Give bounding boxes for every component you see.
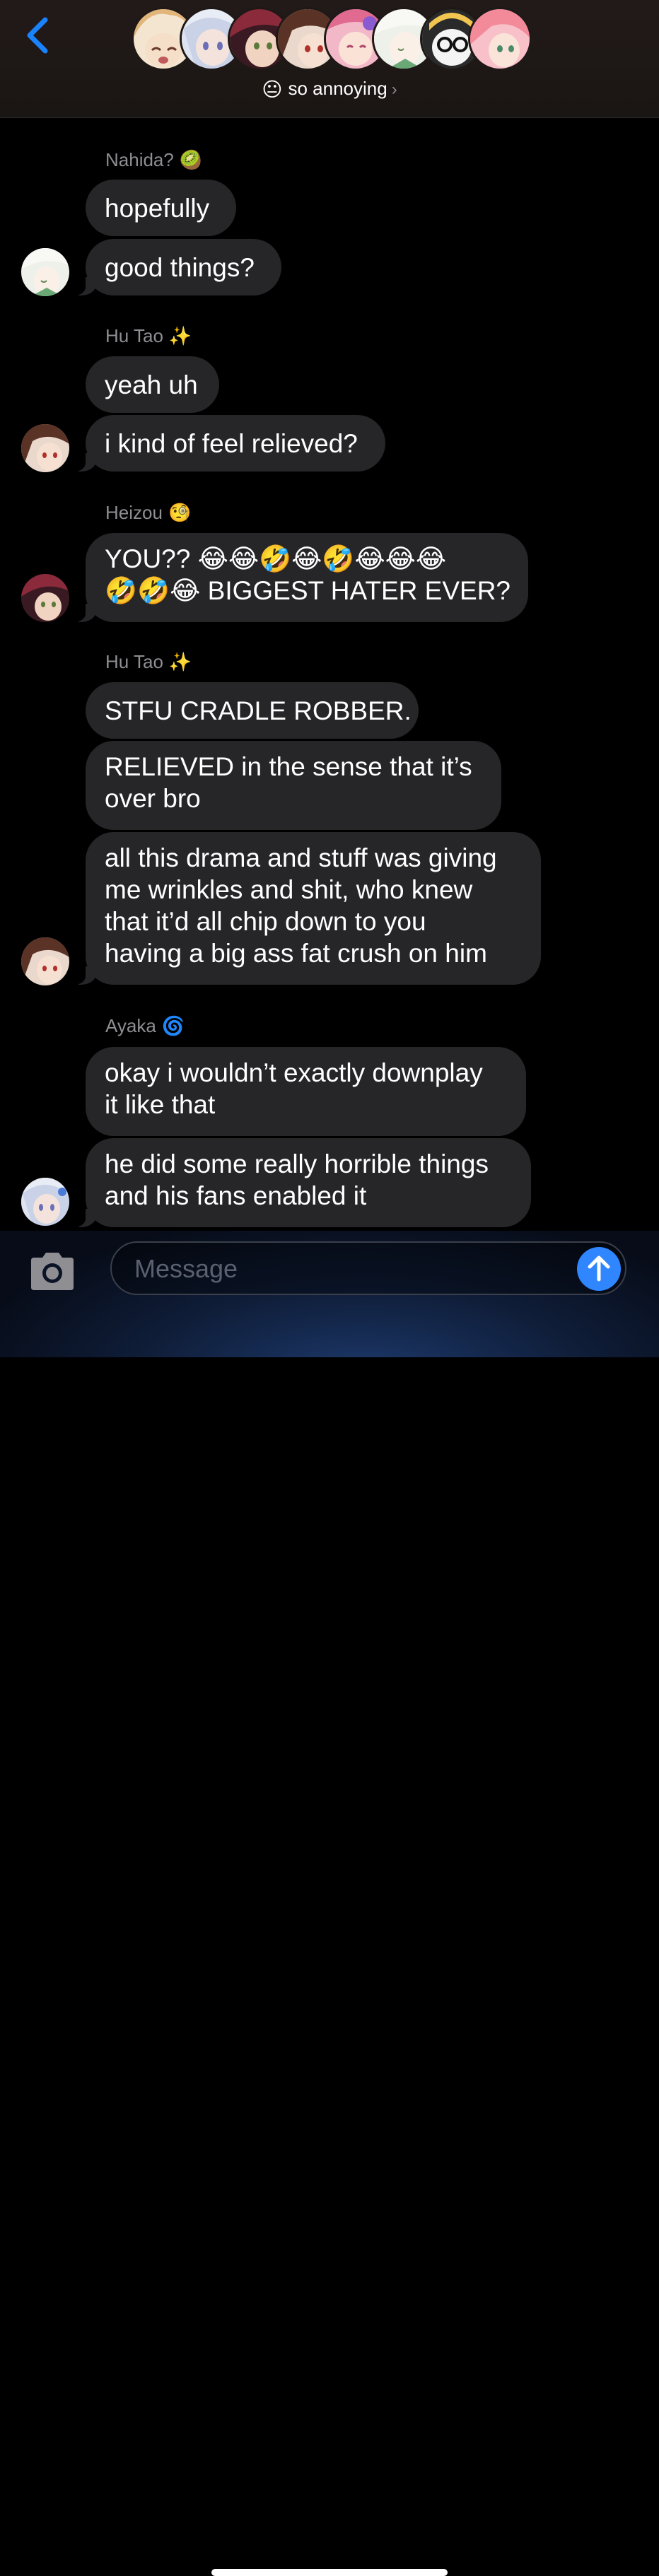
message-text: yeah uh [105, 370, 198, 399]
message-bubble[interactable]: he did some really horrible things and h… [73, 1138, 531, 1227]
message-bubble[interactable]: hopefully [86, 180, 236, 236]
message-text: STFU CRADLE ROBBER. [105, 696, 412, 725]
send-button[interactable] [577, 1247, 621, 1291]
sender-tag: 🌀 [161, 1015, 185, 1036]
sender-name: Nahida? [105, 149, 174, 170]
sender-avatar[interactable] [21, 1178, 69, 1226]
message-bubble[interactable]: YOU?? 😂😂🤣😂🤣😂😂😂 🤣🤣😂 BIGGEST HATER EVER? [73, 533, 528, 622]
sender-avatar[interactable] [21, 574, 69, 622]
message-text-line: okay i wouldn’t exactly downplay [105, 1058, 483, 1087]
back-button[interactable] [24, 16, 52, 55]
sender-tag: 🧐 [168, 502, 192, 523]
sender-label: Hu Tao ✨ [105, 325, 192, 347]
message-bubble[interactable]: good things? [73, 239, 281, 295]
chevron-left-icon [27, 17, 48, 54]
message-bubble[interactable]: STFU CRADLE ROBBER. [86, 682, 419, 739]
message-text: hopefully [105, 193, 210, 223]
message-bubble[interactable]: RELIEVED in the sense that it’s over bro [86, 741, 501, 830]
message-bubble[interactable]: yeah uh [86, 356, 219, 413]
member-avatar [468, 7, 532, 71]
message-bubble[interactable]: all this drama and stuff was giving me w… [73, 832, 541, 985]
sender-label: Heizou 🧐 [105, 502, 191, 524]
sender-avatar[interactable] [21, 937, 69, 985]
group-avatar-stack[interactable] [132, 7, 532, 72]
arrow-up-icon [588, 1255, 610, 1282]
message-text-line: me wrinkles and shit, who knew [105, 875, 473, 904]
message-text-line: over bro [105, 784, 201, 813]
message-text-line: YOU?? 😂😂🤣😂🤣😂😂😂 [105, 544, 447, 573]
sender-avatar[interactable] [21, 424, 69, 472]
message-text-line: he did some really horrible things [105, 1149, 489, 1178]
message-field[interactable] [110, 1241, 626, 1295]
message-text-line: all this drama and stuff was giving [105, 843, 497, 872]
camera-button[interactable] [27, 1251, 78, 1293]
group-emoji: 😐 [262, 78, 283, 100]
message-text: i kind of feel relieved? [105, 428, 358, 458]
sender-label: Nahida? 🥝 [105, 149, 202, 171]
message-text-line: it like that [105, 1090, 216, 1119]
conversation-header: 😐 so annoying › [0, 0, 659, 118]
camera-icon [31, 1253, 74, 1290]
message-input[interactable] [133, 1248, 532, 1289]
sender-tag: ✨ [168, 651, 192, 672]
sender-tag: ✨ [168, 325, 192, 346]
message-text: good things? [105, 252, 255, 282]
message-text-line: that it’d all chip down to you [105, 907, 426, 936]
message-thread[interactable]: Nahida? 🥝 hopefully good things? Hu Tao ✨ … [0, 118, 659, 1231]
sender-avatar[interactable] [21, 248, 69, 296]
message-bubble[interactable]: okay i wouldn’t exactly downplay it like… [86, 1047, 526, 1136]
sender-name: Hu Tao [105, 651, 163, 672]
message-composer [0, 1231, 659, 2576]
group-name-label: so annoying [288, 78, 387, 99]
message-text-line: having a big ass fat crush on him [105, 939, 487, 968]
sender-label: Hu Tao ✨ [105, 651, 192, 673]
message-text-line: RELIEVED in the sense that it’s [105, 752, 472, 781]
message-text-line: 🤣🤣😂 BIGGEST HATER EVER? [105, 576, 511, 605]
sender-name: Ayaka [105, 1015, 156, 1036]
sender-label: Ayaka 🌀 [105, 1015, 185, 1037]
message-bubble[interactable]: i kind of feel relieved? [73, 415, 385, 472]
sender-name: Hu Tao [105, 325, 163, 346]
group-name-button[interactable]: 😐 so annoying › [0, 78, 659, 101]
sender-name: Heizou [105, 502, 163, 523]
sender-tag: 🥝 [179, 149, 203, 170]
message-text-line: and his fans enabled it [105, 1181, 367, 1210]
home-indicator[interactable] [211, 2569, 448, 2576]
chevron-right-icon: › [391, 80, 397, 99]
